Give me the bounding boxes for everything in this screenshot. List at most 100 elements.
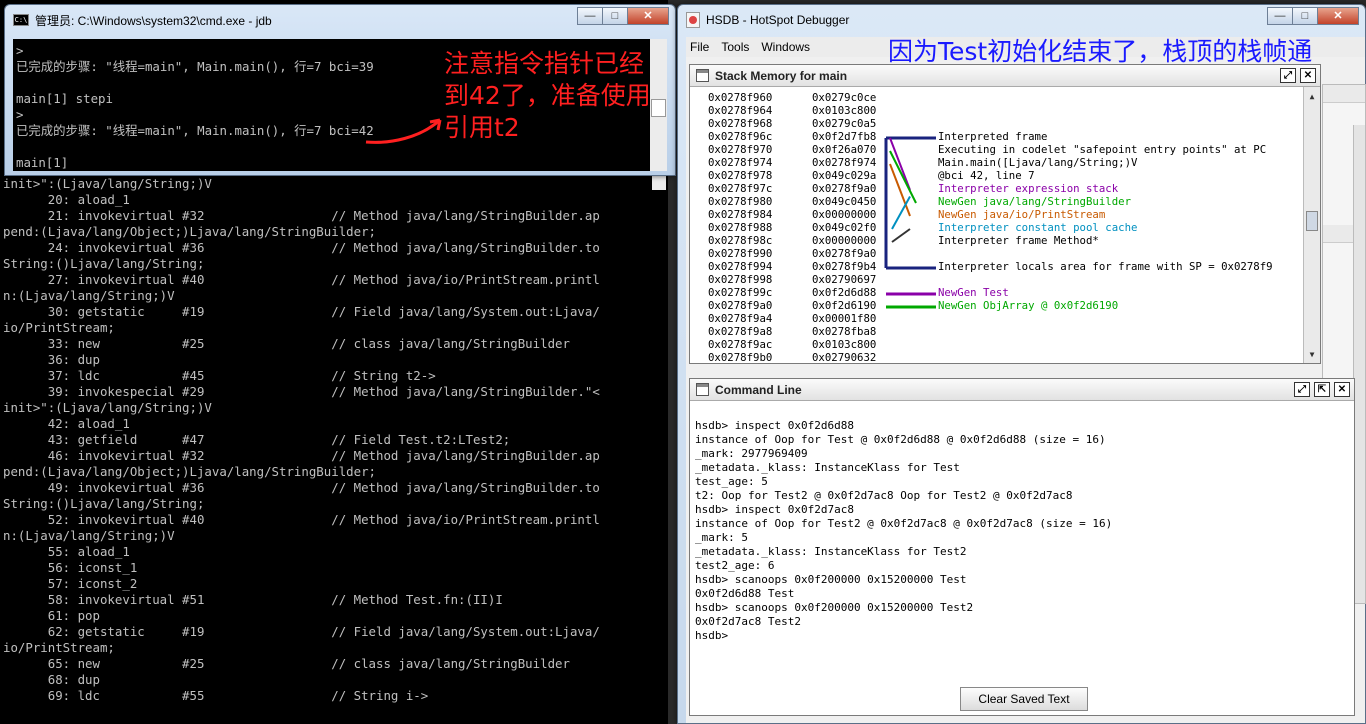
jdb-line bbox=[16, 139, 374, 155]
console-output: init>":(Ljava/lang/String;)V 20: aload_1… bbox=[3, 176, 644, 704]
stack-value: 0x0278f9a0 bbox=[812, 247, 877, 260]
stack-address: 0x0278f970 bbox=[708, 143, 773, 156]
hsdb-minimize-button[interactable]: — bbox=[1267, 7, 1293, 25]
console-line: 62: getstatic #19 // Field java/lang/Sys… bbox=[3, 624, 600, 639]
stack-address: 0x0278f99c bbox=[708, 286, 773, 299]
console-line: 65: new #25 // class java/lang/StringBui… bbox=[3, 656, 570, 671]
red-annotation: 注意指令指针已经到42了，准备使用引用t2 bbox=[444, 49, 651, 142]
command-line-frame: Command Line ⤢ ⇱ ✕ hsdb> inspect 0x0f2d6… bbox=[689, 378, 1355, 716]
command-line-text: instance of Oop for Test2 @ 0x0f2d7ac8 @… bbox=[695, 517, 1113, 530]
frame-resize-button[interactable]: ⤢ bbox=[1294, 382, 1310, 397]
console-line: 69: ldc #55 // String i-> bbox=[3, 688, 429, 703]
jdb-titlebar[interactable]: C:\ 管理员: C:\Windows\system32\cmd.exe - j… bbox=[5, 5, 675, 35]
minimize-button[interactable]: — bbox=[577, 7, 603, 25]
console-line: 24: invokevirtual #36 // Method java/lan… bbox=[3, 240, 600, 255]
maximize-button[interactable]: □ bbox=[602, 7, 628, 25]
frame-bracket-lines bbox=[884, 136, 936, 309]
jdb-line: 已完成的步骤: "线程=main", Main.main(), 行=7 bci=… bbox=[16, 59, 374, 74]
value-column: 0x0279c0ce 0x0103c800 0x0279c0a5 0x0f2d7fb8… bbox=[812, 91, 876, 363]
console-line: 21: invokevirtual #32 // Method java/lan… bbox=[3, 208, 600, 223]
stack-address: 0x0278f978 bbox=[708, 169, 773, 182]
command-line-text: _metadata._klass: InstanceKlass for Test bbox=[695, 461, 960, 474]
stack-address: 0x0278f994 bbox=[708, 260, 773, 273]
hsdb-titlebar[interactable]: HSDB - HotSpot Debugger — □ ✕ bbox=[678, 5, 1365, 35]
command-line-text: hsdb> scanoops 0x0f200000 0x15200000 Tes… bbox=[695, 573, 967, 586]
stack-value: 0x049c02f0 bbox=[812, 221, 877, 234]
console-line: 58: invokevirtual #51 // Method Test.fn:… bbox=[3, 592, 503, 607]
frame-maximize-button[interactable]: ⇱ bbox=[1314, 382, 1330, 397]
red-arrow-icon bbox=[365, 118, 442, 144]
close-button[interactable]: ✕ bbox=[627, 7, 669, 25]
stack-value: 0x0f26a070 bbox=[812, 143, 877, 156]
frame-close-button[interactable]: ✕ bbox=[1334, 382, 1350, 397]
stack-address: 0x0278f97c bbox=[708, 182, 773, 195]
stack-memory-content[interactable]: 0x0278f960 0x0278f964 0x0278f968 0x0278f96c… bbox=[690, 87, 1320, 363]
console-line: 61: pop bbox=[3, 608, 100, 623]
console-line: 56: iconst_1 bbox=[3, 560, 138, 575]
stack-description: Interpreter expression stack bbox=[938, 182, 1119, 195]
console-line: 52: invokevirtual #40 // Method java/io/… bbox=[3, 512, 600, 527]
stack-address: 0x0278f968 bbox=[708, 117, 773, 130]
stack-value: 0x0278f9b4 bbox=[812, 260, 877, 273]
stack-memory-scrollbar[interactable]: ▲ ▼ bbox=[1303, 87, 1320, 363]
jdb-line: > bbox=[16, 43, 24, 58]
console-line: 43: getfield #47 // Field Test.t2:LTest2… bbox=[3, 432, 511, 447]
stack-address: 0x0278f990 bbox=[708, 247, 773, 260]
frame-icon bbox=[696, 69, 709, 82]
stack-value: 0x0278f9a0 bbox=[812, 182, 877, 195]
frame-close-button[interactable]: ✕ bbox=[1300, 68, 1316, 83]
command-line-title: Command Line bbox=[715, 382, 802, 397]
stack-description: Executing in codelet "safepoint entry po… bbox=[938, 143, 1267, 156]
console-line: init>":(Ljava/lang/String;)V bbox=[3, 400, 212, 415]
stack-value: 0x00000000 bbox=[812, 208, 877, 221]
stack-address: 0x0278f998 bbox=[708, 273, 773, 286]
stack-description: Main.main([Ljava/lang/String;)V bbox=[938, 156, 1138, 169]
stack-address: 0x0278f9a0 bbox=[708, 299, 773, 312]
stack-value: 0x0278fba8 bbox=[812, 325, 877, 338]
stack-description: @bci 42, line 7 bbox=[938, 169, 1035, 182]
console-line: 33: new #25 // class java/lang/StringBui… bbox=[3, 336, 570, 351]
stack-description: Interpreter frame Method* bbox=[938, 234, 1099, 247]
console-line: 36: dup bbox=[3, 352, 100, 367]
command-line-text: hsdb> scanoops 0x0f200000 0x15200000 Tes… bbox=[695, 601, 974, 614]
stack-memory-frame: Stack Memory for main ⤢ ✕ 0x0278f960 0x02… bbox=[689, 64, 1321, 364]
jdb-line: 已完成的步骤: "线程=main", Main.main(), 行=7 bci=… bbox=[16, 123, 374, 138]
jdb-line: > bbox=[16, 107, 24, 122]
stack-address: 0x0278f9b0 bbox=[708, 351, 773, 363]
console-line: 55: aload_1 bbox=[3, 544, 130, 559]
stack-value: 0x00001f80 bbox=[812, 312, 877, 325]
menu-tools[interactable]: Tools bbox=[715, 40, 755, 54]
hsdb-maximize-button[interactable]: □ bbox=[1292, 7, 1318, 25]
stack-address: 0x0278f96c bbox=[708, 130, 773, 143]
console-line: 49: invokevirtual #36 // Method java/lan… bbox=[3, 480, 600, 495]
stack-value: 0x0103c800 bbox=[812, 104, 877, 117]
stack-value: 0x02790632 bbox=[812, 351, 877, 363]
menu-file[interactable]: File bbox=[686, 40, 715, 54]
stack-address: 0x0278f98c bbox=[708, 234, 773, 247]
stack-address: 0x0278f9a8 bbox=[708, 325, 773, 338]
stack-description: Interpreted frame bbox=[938, 130, 1048, 143]
stack-address: 0x0278f960 bbox=[708, 91, 773, 104]
command-line-text: _metadata._klass: InstanceKlass for Test… bbox=[695, 545, 967, 558]
command-line-titlebar[interactable]: Command Line ⤢ ⇱ ✕ bbox=[690, 379, 1354, 401]
stack-description: Interpreter constant pool cache bbox=[938, 221, 1138, 234]
hsdb-close-button[interactable]: ✕ bbox=[1317, 7, 1359, 25]
console-line: 42: aload_1 bbox=[3, 416, 130, 431]
command-line-text: hsdb> inspect 0x0f2d7ac8 bbox=[695, 503, 854, 516]
console-line: String:()Ljava/lang/String; bbox=[3, 496, 205, 511]
frame-resize-button[interactable]: ⤢ bbox=[1280, 68, 1296, 83]
console-line: 37: ldc #45 // String t2-> bbox=[3, 368, 436, 383]
menu-windows[interactable]: Windows bbox=[755, 40, 816, 54]
method-connector bbox=[891, 228, 911, 243]
console-line: 46: invokevirtual #32 // Method java/lan… bbox=[3, 448, 600, 463]
hsdb-window-title: HSDB - HotSpot Debugger bbox=[706, 13, 850, 27]
console-line: n:(Ljava/lang/String;)V bbox=[3, 288, 175, 303]
frame-icon bbox=[696, 383, 709, 396]
stack-description: NewGen ObjArray @ 0x0f2d6190 bbox=[938, 299, 1119, 312]
java-icon bbox=[686, 12, 700, 28]
command-line-text: test_age: 5 bbox=[695, 475, 768, 488]
clear-saved-text-button[interactable]: Clear Saved Text bbox=[960, 687, 1088, 711]
command-line-output[interactable]: hsdb> inspect 0x0f2d6d88 instance of Oop … bbox=[690, 401, 1354, 683]
command-line-text: hsdb> bbox=[695, 629, 729, 642]
stack-memory-titlebar[interactable]: Stack Memory for main ⤢ ✕ bbox=[690, 65, 1320, 87]
